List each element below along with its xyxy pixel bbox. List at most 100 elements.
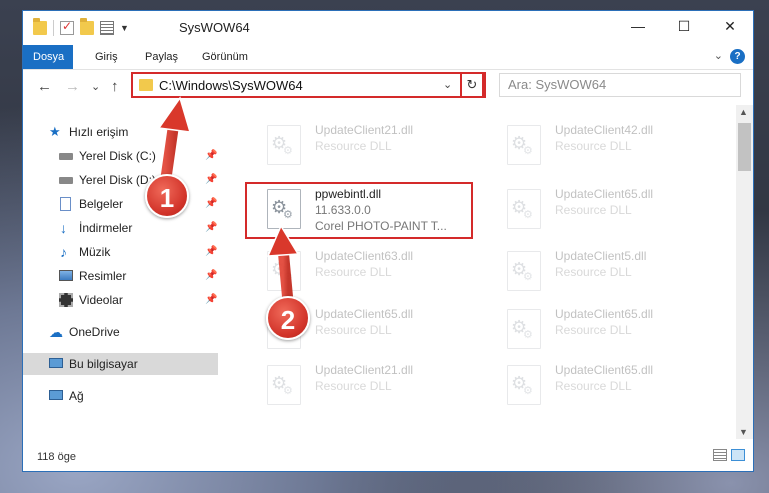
folder-icon	[139, 79, 153, 91]
file-item[interactable]: UpdateClient63.dll Resource DLL	[245, 245, 485, 297]
view-options-icon[interactable]	[100, 21, 114, 35]
dll-file-icon	[267, 365, 301, 405]
view-toggle	[713, 449, 745, 461]
file-name: UpdateClient42.dll	[555, 123, 654, 137]
ribbon-collapse-icon[interactable]: ⌄	[714, 49, 723, 62]
sidebar-item-drive-c[interactable]: Yerel Disk (C:) 📌	[23, 145, 218, 167]
star-icon: ★	[49, 124, 61, 139]
sidebar-item-downloads[interactable]: ↓ İndirmeler 📌	[23, 217, 218, 239]
sidebar-item-videos[interactable]: Videolar 📌	[23, 289, 218, 311]
up-icon[interactable]: ↑	[111, 78, 119, 95]
address-path[interactable]: C:\Windows\SysWOW64	[159, 78, 303, 93]
tab-view[interactable]: Görünüm	[192, 45, 258, 69]
file-list: UpdateClient21.dll Resource DLL UpdateCl…	[223, 105, 735, 439]
vertical-scrollbar[interactable]: ▲ ▼	[736, 105, 753, 439]
file-item[interactable]: UpdateClient42.dll Resource DLL	[485, 119, 725, 171]
sidebar-item-this-pc[interactable]: Bu bilgisayar	[23, 353, 218, 375]
pin-icon[interactable]: 📌	[205, 217, 217, 239]
scroll-up-icon[interactable]: ▲	[739, 107, 748, 117]
pin-icon[interactable]: 📌	[205, 145, 217, 167]
scroll-down-icon[interactable]: ▼	[739, 427, 748, 437]
close-button[interactable]: ✕	[707, 11, 753, 41]
file-item[interactable]: UpdateClient21.dll Resource DLL	[245, 359, 485, 411]
step-1-badge: 1	[145, 174, 189, 218]
help-icon[interactable]: ?	[730, 49, 745, 64]
folder-icon[interactable]	[33, 18, 47, 35]
recent-locations-icon[interactable]: ⌄	[91, 80, 100, 93]
sidebar-item-label: Resimler	[79, 269, 127, 283]
refresh-button[interactable]: ↻	[460, 72, 484, 98]
pin-icon[interactable]: 📌	[205, 169, 217, 191]
ribbon-tabs: Dosya Giriş Paylaş Görünüm ⌄ ?	[23, 45, 753, 70]
file-description: Resource DLL	[555, 139, 632, 153]
new-folder-icon[interactable]	[80, 18, 94, 35]
file-name: UpdateClient65.dll	[315, 307, 414, 321]
forward-icon[interactable]: →	[65, 78, 80, 95]
quick-access-toolbar: ▼	[33, 18, 129, 36]
sidebar-item-pictures[interactable]: Resimler 📌	[23, 265, 218, 287]
file-item[interactable]: UpdateClient21.dll Resource DLL	[245, 119, 485, 171]
details-view-icon[interactable]	[713, 449, 727, 461]
minimize-button[interactable]: —	[615, 11, 661, 41]
file-description: Resource DLL	[315, 379, 392, 393]
file-description: Resource DLL	[315, 139, 392, 153]
dll-file-icon	[507, 125, 541, 165]
file-description: Resource DLL	[315, 323, 392, 337]
tab-share[interactable]: Paylaş	[135, 45, 188, 69]
sidebar-item-label: OneDrive	[69, 325, 120, 339]
search-input[interactable]: Ara: SysWOW64	[499, 73, 741, 97]
pin-icon[interactable]: 📌	[205, 265, 217, 287]
sidebar-item-label: Bu bilgisayar	[69, 357, 138, 371]
sidebar-item-music[interactable]: ♪ Müzik 📌	[23, 241, 218, 263]
sidebar-item-network[interactable]: Ağ	[23, 385, 218, 407]
chevron-down-icon[interactable]: ⌄	[443, 78, 452, 91]
file-item[interactable]: UpdateClient65.dll Resource DLL	[485, 183, 725, 235]
dll-file-icon	[507, 189, 541, 229]
dll-file-icon	[507, 365, 541, 405]
sidebar-item-onedrive[interactable]: ☁ OneDrive	[23, 321, 218, 343]
item-count: 118 öge	[37, 451, 76, 463]
scroll-thumb[interactable]	[738, 123, 751, 171]
network-icon	[49, 390, 63, 400]
tiles-view-icon[interactable]	[731, 449, 745, 461]
tab-file[interactable]: Dosya	[23, 45, 73, 69]
file-item[interactable]: UpdateClient65.dll Resource DLL	[485, 359, 725, 411]
maximize-button[interactable]: ☐	[661, 11, 707, 41]
file-name: UpdateClient65.dll	[555, 187, 654, 201]
dll-file-icon	[507, 251, 541, 291]
divider	[53, 20, 54, 36]
music-icon: ♪	[60, 244, 67, 260]
pin-icon[interactable]: 📌	[205, 193, 217, 215]
step-2-badge: 2	[266, 296, 310, 340]
highlight-box	[245, 182, 473, 239]
sidebar-item-label: Hızlı erişim	[69, 125, 129, 139]
pictures-icon	[59, 270, 73, 281]
file-item[interactable]: UpdateClient5.dll Resource DLL	[485, 245, 725, 297]
chevron-down-icon[interactable]: ▼	[120, 23, 129, 33]
navigation-pane: ★ Hızlı erişim Yerel Disk (C:) 📌 Yerel D…	[23, 105, 218, 439]
sidebar-item-drive-d[interactable]: Yerel Disk (D:) 📌	[23, 169, 218, 191]
file-name: UpdateClient65.dll	[555, 307, 654, 321]
tab-home[interactable]: Giriş	[85, 45, 128, 69]
address-row: ← → ⌄ ↑ C:\Windows\SysWOW64 ⌄ ↻ Ara: Sys…	[23, 69, 753, 105]
file-name: UpdateClient5.dll	[555, 249, 647, 263]
address-bar[interactable]: C:\Windows\SysWOW64 ⌄ ↻	[131, 72, 486, 98]
dll-file-icon	[507, 309, 541, 349]
explorer-window: ▼ SysWOW64 — ☐ ✕ Dosya Giriş Paylaş Görü…	[22, 10, 754, 472]
dll-file-icon	[267, 251, 301, 291]
documents-icon	[60, 197, 71, 211]
dll-file-icon	[267, 125, 301, 165]
file-description: Resource DLL	[555, 323, 632, 337]
file-name: UpdateClient21.dll	[315, 363, 414, 377]
back-icon[interactable]: ←	[37, 78, 52, 95]
sidebar-item-label: Müzik	[79, 245, 111, 259]
sidebar-item-quick-access[interactable]: ★ Hızlı erişim	[23, 121, 218, 143]
file-description: Resource DLL	[315, 265, 392, 279]
file-item[interactable]: UpdateClient65.dll Resource DLL	[485, 303, 725, 355]
title-bar: ▼ SysWOW64 — ☐ ✕	[23, 11, 753, 45]
pin-icon[interactable]: 📌	[205, 289, 217, 311]
pin-icon[interactable]: 📌	[205, 241, 217, 263]
window-title: SysWOW64	[179, 20, 250, 35]
properties-icon[interactable]	[60, 19, 74, 35]
file-description: Resource DLL	[555, 203, 632, 217]
